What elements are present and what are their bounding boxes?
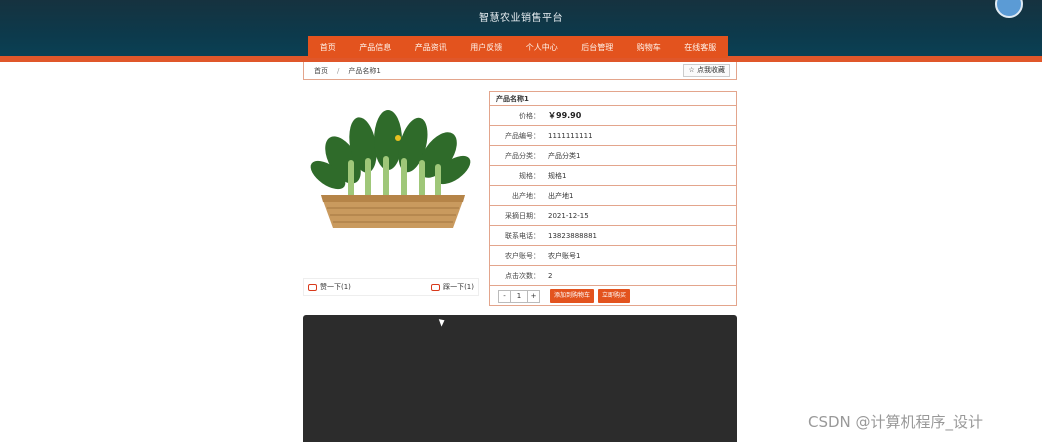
info-row-farmer: 农户账号： 农户账号1	[490, 246, 736, 266]
video-player[interactable]	[303, 315, 737, 442]
breadcrumb-separator: /	[337, 66, 340, 75]
qty-input[interactable]: 1	[510, 290, 528, 302]
info-label: 农户账号：	[505, 251, 540, 260]
nav-item-news[interactable]: 产品资讯	[403, 42, 459, 53]
nav-item-cart[interactable]: 购物车	[625, 42, 673, 53]
vegetable-basket-image	[310, 110, 471, 228]
info-value: 产品分类1	[548, 151, 581, 160]
product-name: 产品名称1	[490, 92, 736, 106]
info-value: 农户账号1	[548, 251, 581, 260]
info-row-spec: 规格： 规格1	[490, 166, 736, 186]
info-label: 出产地：	[512, 191, 540, 200]
breadcrumb-current: 产品名称1	[348, 66, 381, 75]
thumbs-up-icon	[308, 283, 317, 291]
nav-item-support[interactable]: 在线客服	[673, 42, 729, 53]
info-label: 采摘日期：	[505, 211, 540, 220]
nav-item-home[interactable]: 首页	[308, 42, 348, 53]
like-button[interactable]: 赞一下(1)	[308, 282, 351, 292]
breadcrumb: 首页 / 产品名称1 ☆ 点我收藏	[303, 62, 737, 80]
add-to-cart-button[interactable]: 添加到购物车	[550, 289, 595, 303]
like-label: 赞一下(1)	[320, 283, 351, 291]
info-value: 出产地1	[548, 191, 574, 200]
nav-item-profile[interactable]: 个人中心	[514, 42, 570, 53]
product-info-panel: 产品名称1 价格： ￥99.90 产品编号： 1111111111 产品分类： …	[489, 91, 737, 306]
product-image	[303, 100, 483, 270]
info-row-code: 产品编号： 1111111111	[490, 126, 736, 146]
nav-item-products[interactable]: 产品信息	[348, 42, 404, 53]
info-row-phone: 联系电话： 13823888881	[490, 226, 736, 246]
nav-item-feedback[interactable]: 用户反馈	[459, 42, 515, 53]
main-nav: 首页 产品信息 产品资讯 用户反馈 个人中心 后台管理 购物车 在线客服	[308, 36, 728, 58]
thumbs-down-icon	[431, 283, 441, 291]
purchase-row: - 1 + 添加到购物车 立即购买	[490, 286, 736, 306]
info-label: 联系电话：	[505, 231, 540, 240]
info-label: 价格：	[519, 111, 540, 120]
buy-now-button[interactable]: 立即购买	[598, 289, 631, 303]
dislike-button[interactable]: 踩一下(1)	[431, 282, 474, 292]
info-row-category: 产品分类： 产品分类1	[490, 146, 736, 166]
dislike-label: 踩一下(1)	[443, 283, 474, 291]
quantity-stepper: - 1 +	[498, 289, 540, 303]
qty-plus-button[interactable]: +	[528, 291, 539, 302]
nav-item-admin[interactable]: 后台管理	[570, 42, 626, 53]
site-title: 智慧农业销售平台	[479, 13, 563, 24]
favorite-button[interactable]: ☆ 点我收藏	[683, 64, 730, 77]
watermark: CSDN @计算机程序_设计	[808, 413, 984, 431]
info-label: 产品编号：	[505, 131, 540, 140]
info-label: 产品分类：	[505, 151, 540, 160]
info-label: 规格：	[519, 171, 540, 180]
info-row-clicks: 点击次数： 2	[490, 266, 736, 286]
info-value: ￥99.90	[548, 111, 582, 120]
info-label: 点击次数：	[505, 271, 540, 280]
info-row-origin: 出产地： 出产地1	[490, 186, 736, 206]
info-value: 1111111111	[548, 131, 593, 140]
breadcrumb-home[interactable]: 首页	[314, 66, 328, 76]
qty-minus-button[interactable]: -	[499, 291, 510, 302]
info-row-price: 价格： ￥99.90	[490, 106, 736, 126]
info-value: 规格1	[548, 171, 567, 180]
vote-bar: 赞一下(1) 踩一下(1)	[303, 278, 479, 296]
info-row-pick-date: 采摘日期： 2021-12-15	[490, 206, 736, 226]
info-value: 2021-12-15	[548, 211, 589, 220]
info-value: 2	[548, 271, 553, 280]
info-value: 13823888881	[548, 231, 597, 240]
